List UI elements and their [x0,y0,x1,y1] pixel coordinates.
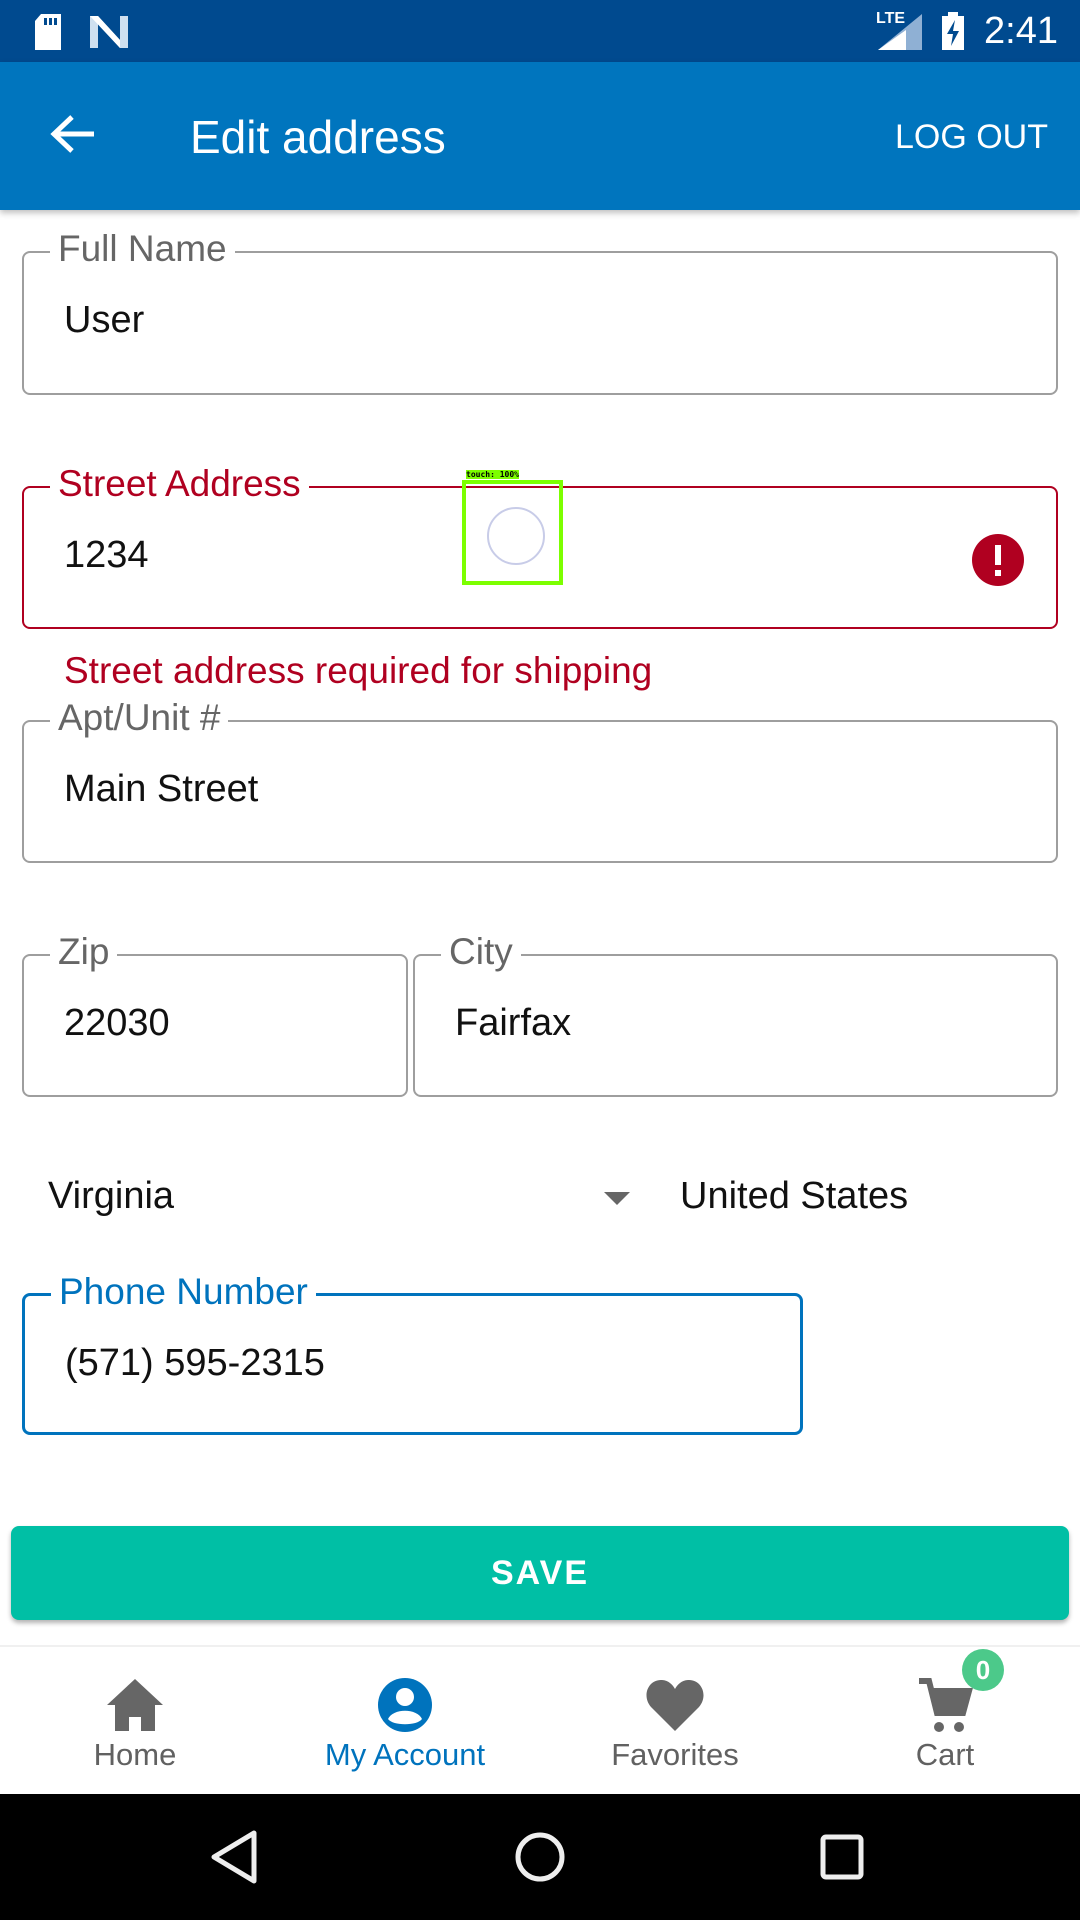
nav-home[interactable]: Home [0,1647,270,1794]
nav-my-account-label: My Account [324,1737,486,1772]
apt-unit-value: Main Street [64,768,259,810]
state-value: Virginia [48,1175,175,1217]
recents-nav-icon[interactable] [820,1834,866,1880]
phone-number-value: (571) 595-2315 [65,1342,325,1384]
battery-charging-icon [942,12,964,50]
touch-circle [487,507,545,565]
heart-icon [646,1679,704,1731]
nav-cart[interactable]: 0 Cart [810,1647,1080,1794]
error-icon [972,534,1024,586]
touch-indicator-label: touch: 100% [466,470,519,479]
nav-cart-label: Cart [915,1737,975,1772]
state-dropdown[interactable]: Virginia [30,1166,650,1230]
apt-unit-label: Apt/Unit # [50,696,229,740]
zip-field[interactable]: Zip 22030 [22,930,408,1097]
country-value: United States [680,1175,909,1217]
page-title: Edit address [190,111,446,163]
cart-icon [919,1678,973,1732]
touch-indicator: touch: 100% [462,470,563,585]
dropdown-arrow-icon [604,1192,630,1205]
city-value: Fairfax [455,1002,572,1044]
nav-favorites[interactable]: Favorites [540,1647,810,1794]
system-nav-bar [0,1794,1080,1920]
full-name-value: User [64,299,145,341]
clock: 2:41 [984,10,1058,52]
home-nav-icon[interactable] [514,1831,566,1883]
app-bar: Edit address LOG OUT [0,62,1080,210]
n-logo-icon [90,16,128,48]
save-button[interactable]: SAVE [11,1526,1069,1620]
city-label: City [441,930,521,974]
nav-home-label: Home [93,1737,177,1772]
full-name-label: Full Name [50,227,235,271]
logout-button[interactable]: LOG OUT [895,118,1048,157]
sd-card-icon [35,14,61,50]
home-icon [107,1679,163,1731]
arrow-back-icon[interactable] [50,114,96,154]
street-address-label: Street Address [50,462,309,506]
status-bar: LTE 2:41 [0,0,1080,62]
street-address-value: 1234 [64,534,149,576]
zip-value: 22030 [64,1002,170,1044]
apt-unit-field[interactable]: Apt/Unit # Main Street [22,696,1058,863]
zip-label: Zip [50,930,118,974]
full-name-field[interactable]: Full Name User [22,227,1058,395]
nav-favorites-label: Favorites [611,1737,739,1772]
nav-my-account[interactable]: My Account [270,1647,540,1794]
account-circle-icon [378,1678,432,1732]
lte-signal-icon [878,14,922,50]
back-nav-icon[interactable] [210,1830,260,1884]
street-address-error: Street address required for shipping [64,650,653,691]
cart-badge: 0 [962,1649,1004,1691]
phone-number-label: Phone Number [51,1270,316,1314]
city-field[interactable]: City Fairfax [413,930,1058,1097]
phone-number-field[interactable]: Phone Number (571) 595-2315 [22,1270,803,1435]
